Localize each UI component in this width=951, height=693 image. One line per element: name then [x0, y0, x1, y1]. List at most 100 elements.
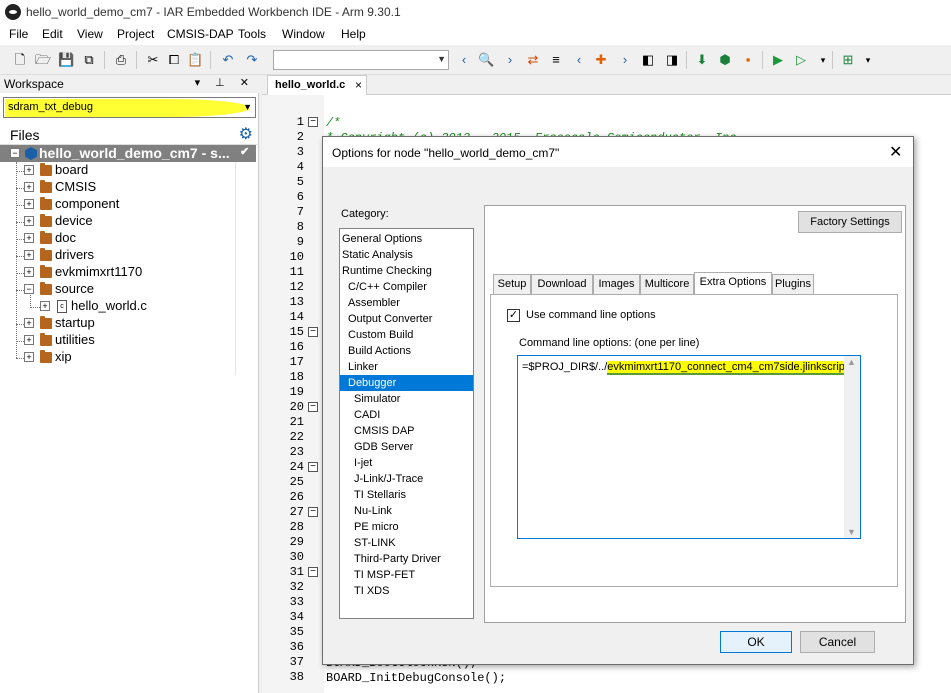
collapse-icon[interactable]: −	[24, 284, 34, 294]
category-item[interactable]: Nu-Link	[340, 503, 473, 519]
fold-icon[interactable]: −	[308, 402, 318, 412]
command-line-textarea[interactable]: =$PROJ_DIR$/../evkmimxrt1170_connect_cm4…	[517, 355, 861, 539]
fold-icon[interactable]: −	[308, 117, 318, 127]
toolbar-overflow-2-icon[interactable]: ▾	[860, 52, 876, 68]
tab-images[interactable]: Images	[593, 274, 640, 294]
cancel-button[interactable]: Cancel	[800, 631, 875, 653]
category-item[interactable]: Debugger	[340, 375, 473, 391]
find-next-icon[interactable]: ›	[502, 52, 518, 68]
prev-bookmark-icon[interactable]: ◧	[640, 52, 656, 68]
fold-icon[interactable]: −	[308, 567, 318, 577]
expand-icon[interactable]: +	[24, 318, 34, 328]
open-icon[interactable]: 🗁	[35, 52, 51, 68]
expand-icon[interactable]: +	[24, 199, 34, 209]
tree-item-source[interactable]: − source	[0, 281, 259, 298]
expand-icon[interactable]: +	[24, 267, 34, 277]
toolbar-overflow-icon[interactable]: ▾	[815, 52, 831, 68]
factory-settings-button[interactable]: Factory Settings	[798, 211, 902, 233]
undo-icon[interactable]: ↶	[220, 52, 236, 68]
expand-icon[interactable]: +	[24, 352, 34, 362]
tree-item-component[interactable]: + component	[0, 196, 259, 213]
category-item[interactable]: C/C++ Compiler	[340, 279, 473, 295]
bookmark-icon[interactable]: ✚	[593, 52, 609, 68]
scroll-down-icon[interactable]: ▼	[847, 527, 856, 537]
category-item[interactable]: TI XDS	[340, 583, 473, 599]
category-item[interactable]: TI Stellaris	[340, 487, 473, 503]
category-item[interactable]: GDB Server	[340, 439, 473, 455]
copy-icon[interactable]: ⧠	[166, 52, 182, 68]
ok-button[interactable]: OK	[720, 631, 792, 653]
category-item[interactable]: General Options	[340, 231, 473, 247]
scroll-up-icon[interactable]: ▲	[847, 357, 856, 367]
paste-icon[interactable]: 📋	[187, 52, 203, 68]
category-item[interactable]: ST-LINK	[340, 535, 473, 551]
category-item[interactable]: Runtime Checking	[340, 263, 473, 279]
category-item[interactable]: Third-Party Driver	[340, 551, 473, 567]
redo-icon[interactable]: ↷	[244, 52, 260, 68]
category-item[interactable]: Linker	[340, 359, 473, 375]
tab-download[interactable]: Download	[531, 274, 593, 294]
tree-item-device[interactable]: + device	[0, 213, 259, 230]
category-item[interactable]: PE micro	[340, 519, 473, 535]
workspace-window-buttons[interactable]: ▾ ⊥ ✕	[195, 76, 255, 89]
tree-item-cmsis[interactable]: + CMSIS	[0, 179, 259, 196]
tree-item-evkmimxrt1170[interactable]: + evkmimxrt1170	[0, 264, 259, 281]
expand-icon[interactable]: +	[24, 216, 34, 226]
search-combo[interactable]: ▼	[273, 50, 449, 70]
stop-build-icon[interactable]: ▪	[740, 52, 756, 68]
menu-project[interactable]: Project	[117, 27, 154, 41]
fold-icon[interactable]: −	[308, 507, 318, 517]
tree-item-xip[interactable]: + xip	[0, 349, 259, 366]
close-icon[interactable]: ✕	[889, 142, 902, 162]
textarea-scrollbar[interactable]: ▲ ▼	[844, 356, 860, 538]
close-icon[interactable]: ×	[355, 78, 362, 92]
save-icon[interactable]: 💾	[58, 52, 74, 68]
tree-item-doc[interactable]: + doc	[0, 230, 259, 247]
cut-icon[interactable]: ✂	[145, 52, 161, 68]
configuration-select[interactable]: sdram_txt_debug ▼	[3, 97, 256, 118]
menu-file[interactable]: File	[9, 27, 28, 41]
use-command-line-label[interactable]: Use command line options	[526, 309, 656, 321]
tree-item-hello-world-c[interactable]: + c hello_world.c	[0, 298, 259, 315]
expand-icon[interactable]: +	[40, 301, 50, 311]
menu-help[interactable]: Help	[341, 27, 366, 41]
find-previous-icon[interactable]: ‹	[456, 52, 472, 68]
nav-back-icon[interactable]: ‹	[571, 52, 587, 68]
category-item[interactable]: CMSIS DAP	[340, 423, 473, 439]
expand-icon[interactable]: +	[24, 250, 34, 260]
goto-line-icon[interactable]: ≡	[548, 52, 564, 68]
next-bookmark-icon[interactable]: ◨	[664, 52, 680, 68]
tree-item-board[interactable]: + board	[0, 162, 259, 179]
run-icon[interactable]: ▷	[793, 52, 809, 68]
category-list[interactable]: General Options Static Analysis Runtime Ch…	[339, 228, 474, 619]
category-item[interactable]: Assembler	[340, 295, 473, 311]
find-icon[interactable]: 🔍	[478, 52, 494, 68]
category-item[interactable]: Simulator	[340, 391, 473, 407]
compile-icon[interactable]: ⬇	[694, 52, 710, 68]
new-file-icon[interactable]: 🗋	[12, 52, 28, 68]
expand-icon[interactable]: +	[24, 182, 34, 192]
tab-multicore[interactable]: Multicore	[640, 274, 694, 294]
make-icon[interactable]: ⬢	[717, 52, 733, 68]
replace-icon[interactable]: ⇄	[525, 52, 541, 68]
tree-item-utilities[interactable]: + utilities	[0, 332, 259, 349]
category-item[interactable]: Custom Build	[340, 327, 473, 343]
nav-forward-icon[interactable]: ›	[617, 52, 633, 68]
tab-hello-world-c[interactable]: hello_world.c ×	[267, 75, 367, 95]
expand-icon[interactable]: +	[24, 335, 34, 345]
save-all-icon[interactable]: ⧉	[81, 52, 97, 68]
gear-icon[interactable]: ⚙	[239, 124, 253, 144]
tree-item-startup[interactable]: + startup	[0, 315, 259, 332]
category-item[interactable]: I-jet	[340, 455, 473, 471]
use-command-line-checkbox[interactable]: ✓	[507, 309, 520, 322]
menu-window[interactable]: Window	[282, 27, 325, 41]
category-item[interactable]: Static Analysis	[340, 247, 473, 263]
menu-tools[interactable]: Tools	[238, 27, 266, 41]
debug-icon[interactable]: ▶	[770, 52, 786, 68]
fold-icon[interactable]: −	[308, 327, 318, 337]
tab-extra-options[interactable]: Extra Options	[694, 272, 772, 295]
tree-item-drivers[interactable]: + drivers	[0, 247, 259, 264]
collapse-icon[interactable]: −	[10, 148, 20, 158]
menu-edit[interactable]: Edit	[42, 27, 63, 41]
category-item[interactable]: TI MSP-FET	[340, 567, 473, 583]
